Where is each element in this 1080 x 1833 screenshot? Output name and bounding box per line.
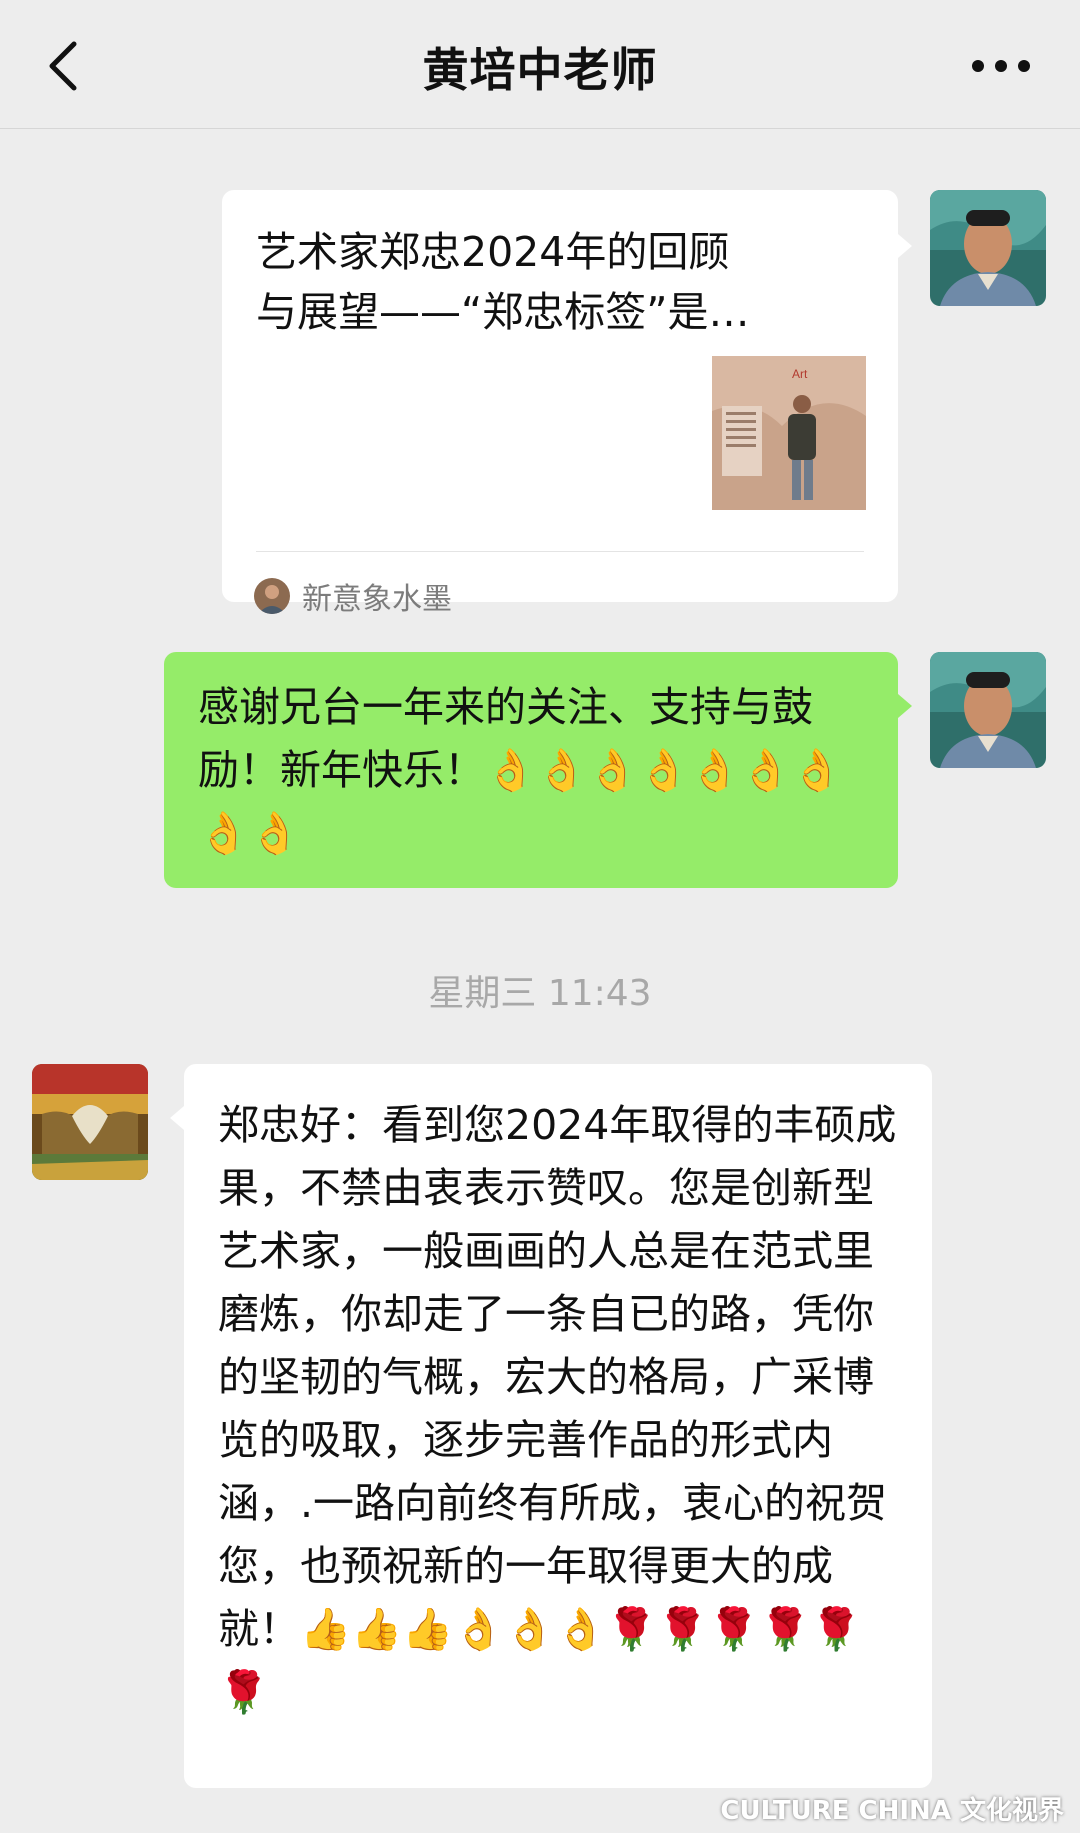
bubble-tail <box>898 694 912 718</box>
link-card-title: 艺术家郑忠2024年的回顾与展望——“郑忠标签”是… <box>256 228 750 336</box>
watermark-logo: CULTURE CHINA 文化视界 <box>720 1796 1064 1826</box>
more-dots-icon[interactable] <box>966 46 1036 86</box>
sent-message-text: 感谢兄台一年来的关注、支持与鼓励！新年快乐！👌👌👌👌👌👌👌👌👌 <box>198 683 843 857</box>
bubble-tail <box>898 234 912 258</box>
avatar-contact[interactable] <box>32 1064 148 1180</box>
link-card-thumbnail: Art <box>712 356 866 510</box>
message-timestamp: 星期三 11:43 <box>428 973 652 1014</box>
sent-message-bubble[interactable]: 感谢兄台一年来的关注、支持与鼓励！新年快乐！👌👌👌👌👌👌👌👌👌 <box>164 652 898 888</box>
bubble-tail <box>170 1106 184 1130</box>
source-avatar-icon <box>254 578 290 614</box>
avatar-self[interactable] <box>930 190 1046 306</box>
link-card-source: 新意象水墨 <box>302 582 452 617</box>
received-message-text: 郑忠好：看到您2024年取得的丰硕成果，不禁由衷表示赞叹。您是创新型艺术家，一般… <box>218 1101 897 1716</box>
avatar-self[interactable] <box>930 652 1046 768</box>
chat-header: 黄培中老师 <box>0 0 1080 129</box>
chat-title: 黄培中老师 <box>422 43 658 97</box>
link-card-bubble[interactable]: 艺术家郑忠2024年的回顾与展望——“郑忠标签”是… Art 新意象水墨 <box>222 190 898 617</box>
received-message-bubble[interactable]: 郑忠好：看到您2024年取得的丰硕成果，不禁由衷表示赞叹。您是创新型艺术家，一般… <box>184 1064 932 1788</box>
svg-text:Art: Art <box>792 367 808 381</box>
link-card-divider <box>256 551 864 552</box>
